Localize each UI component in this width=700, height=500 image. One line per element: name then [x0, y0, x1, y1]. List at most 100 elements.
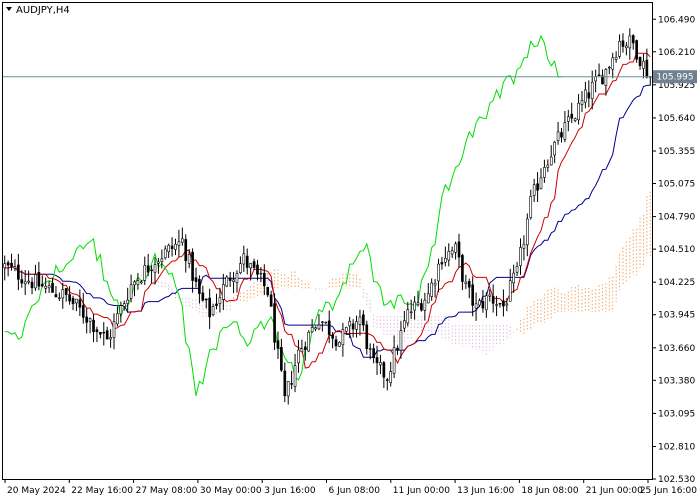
candle-body [99, 331, 102, 335]
candle-body [181, 238, 184, 243]
candle-body [317, 324, 321, 330]
candle-body [235, 273, 239, 283]
candle-body [478, 300, 481, 306]
candle-body [177, 241, 181, 246]
candle-body [512, 272, 515, 284]
candle-body [358, 316, 362, 325]
candle-body [621, 40, 625, 47]
candle-body [273, 303, 276, 343]
candle-body [577, 102, 580, 121]
candle-body [293, 365, 297, 387]
candle-body [109, 337, 112, 340]
candle-body [286, 381, 290, 397]
x-tick-label: 13 Jun 16:00 [457, 486, 514, 496]
candle-body [85, 316, 89, 323]
candle-body [556, 131, 560, 141]
candle-body [157, 261, 160, 264]
candle-body [249, 263, 252, 269]
candle-body [625, 45, 628, 49]
candle-body [368, 348, 372, 350]
candle-body [437, 263, 440, 282]
y-tick-label: 103.095 [658, 409, 695, 419]
candle-body [30, 281, 34, 289]
candle-body [228, 277, 232, 281]
candle-body [194, 277, 198, 282]
candle-body [645, 59, 649, 78]
candle-body [218, 297, 222, 304]
candle-body [560, 132, 563, 138]
y-tick-label: 102.810 [658, 442, 695, 452]
candle-body [471, 284, 474, 306]
candle-body [584, 89, 587, 103]
y-tick-label: 104.790 [658, 213, 695, 223]
candle-body [174, 243, 177, 250]
candle-body [119, 305, 123, 315]
candle-body [628, 35, 632, 49]
candle-body [136, 280, 140, 286]
candle-body [546, 164, 550, 168]
candle-body [95, 329, 99, 333]
candle-body [283, 370, 287, 397]
candle-body [211, 306, 215, 315]
candle-body [44, 286, 48, 289]
candle-body [314, 327, 317, 330]
y-tick-label: 103.380 [658, 376, 695, 386]
candle-body [382, 362, 386, 378]
candle-body [47, 285, 51, 289]
candle-body [392, 347, 396, 374]
candle-body [334, 339, 338, 347]
candle-body [355, 321, 358, 330]
candle-body [522, 243, 526, 249]
candle-body [153, 264, 157, 273]
y-tick-label: 104.510 [658, 245, 695, 255]
candle-body [105, 330, 109, 340]
candle-body [221, 284, 225, 300]
candle-body [78, 299, 82, 308]
candle-body [280, 347, 283, 371]
candle-body [300, 348, 304, 352]
candle-body [116, 313, 119, 325]
candle-body [184, 239, 188, 261]
candle-body [543, 167, 546, 178]
candle-body [464, 281, 468, 285]
candle-body [481, 301, 485, 309]
candle-body [385, 379, 389, 381]
candle-body [580, 100, 584, 105]
candle-body [208, 297, 211, 318]
candle-body [597, 74, 601, 76]
candle-body [488, 294, 492, 297]
candle-body [413, 301, 416, 311]
candle-body [587, 92, 591, 99]
candle-body [225, 276, 229, 287]
candle-body [529, 196, 533, 218]
candle-body [307, 331, 311, 352]
candle-body [505, 303, 509, 306]
candle-body [276, 340, 280, 349]
candle-body [252, 261, 256, 268]
candle-body [423, 299, 427, 311]
chart-area[interactable]: 106.490 106.210 105.925 105.640 105.355 105.0… [0, 0, 700, 500]
candle-body [642, 60, 645, 69]
candle-body [71, 298, 75, 304]
x-tick-label: 11 Jun 00:00 [393, 486, 450, 496]
candle-body [457, 241, 461, 258]
y-tick-label: 102.530 [658, 475, 695, 485]
candle-body [515, 266, 519, 273]
candle-body [351, 323, 355, 330]
candle-body [485, 295, 488, 311]
candle-body [321, 321, 324, 323]
y-tick-label: 106.490 [658, 15, 695, 25]
candle-body [450, 250, 454, 255]
candle-body [420, 303, 423, 311]
chart-svg[interactable]: 106.490106.210105.925105.640105.355105.0… [0, 0, 700, 500]
candle-body [344, 327, 348, 332]
candle-body [10, 262, 13, 267]
candle-body [262, 272, 266, 287]
candle-body [440, 262, 444, 265]
candle-body [143, 265, 147, 281]
candle-body [396, 347, 399, 351]
candle-body [303, 346, 307, 350]
candle-body [64, 288, 68, 295]
chart-title-group[interactable]: AUDJPY,H4 [6, 5, 70, 16]
y-tick-label: 103.660 [658, 344, 695, 354]
